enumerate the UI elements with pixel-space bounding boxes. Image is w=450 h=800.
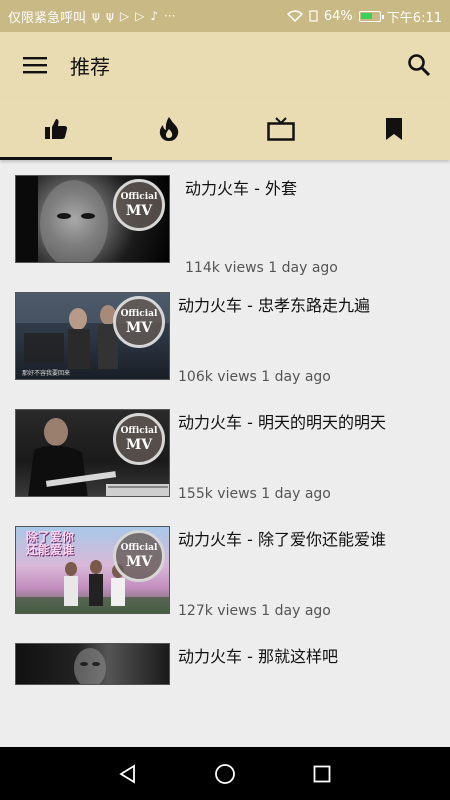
carrier-text: 仅限紧急呼叫: [8, 10, 87, 26]
battery-level: [360, 12, 372, 19]
play-icon: ▷: [135, 9, 145, 23]
status-bar: 仅限紧急呼叫 ψ ψ ▷ ▷ ♪ ··· 64% 下午6:11: [0, 0, 450, 32]
usb-icon: ψ: [92, 9, 100, 23]
usb-icon: ψ: [105, 9, 114, 23]
battery-percent: 64%: [323, 8, 353, 24]
wifi-icon: [286, 10, 303, 22]
official-mv-badge: Official MV: [113, 413, 165, 465]
nav-home-button[interactable]: [203, 752, 247, 796]
tab-recommended[interactable]: [0, 98, 113, 160]
nav-back-button[interactable]: [106, 752, 150, 796]
official-mv-badge: Official MV: [113, 179, 165, 231]
video-item[interactable]: 除了爱你 还能爱谁 Official MV 动力火车 - 除了爱你还能爱谁 12…: [0, 511, 450, 628]
search-icon: [408, 54, 431, 77]
video-title: 动力火车 - 除了爱你还能爱谁: [178, 530, 386, 549]
thumbnail-caption: 除了爱你 还能爱谁: [26, 531, 74, 557]
menu-button[interactable]: [0, 32, 70, 98]
video-item[interactable]: 那好不容我要回来 Official MV 动力火车 - 忠孝东路走九遍 106k…: [0, 277, 450, 394]
video-meta: 106k views 1 day ago: [178, 369, 331, 385]
bookmark-icon: [385, 118, 402, 140]
badge-text: MV: [125, 202, 153, 219]
bell-icon: ♪: [150, 9, 158, 23]
tab-trending[interactable]: [113, 98, 226, 160]
badge-text: MV: [125, 553, 153, 570]
tv-icon: [267, 117, 295, 141]
video-meta: 127k views 1 day ago: [178, 603, 331, 619]
system-nav-bar: [0, 747, 450, 800]
page-title: 推荐: [70, 54, 110, 79]
video-item[interactable]: Official MV 动力火车 - 外套 114k views 1 day a…: [0, 160, 450, 277]
video-thumbnail[interactable]: Official MV: [15, 175, 170, 263]
nav-recents-button[interactable]: [300, 752, 344, 796]
badge-text: MV: [125, 436, 153, 453]
video-thumbnail[interactable]: [15, 643, 170, 685]
thumbnail-caption: 那好不容我要回来: [22, 370, 71, 377]
badge-text: Official: [120, 308, 158, 319]
back-icon: [119, 763, 136, 784]
official-mv-badge: Official MV: [113, 530, 165, 582]
app-screen: 仅限紧急呼叫 ψ ψ ▷ ▷ ♪ ··· 64% 下午6:11 推荐 Offic…: [0, 0, 450, 800]
video-list: Official MV 动力火车 - 外套 114k views 1 day a…: [0, 160, 450, 747]
home-icon: [215, 763, 235, 784]
sim-icon: [309, 10, 318, 22]
thumbs-up-icon: [45, 119, 68, 139]
badge-text: MV: [125, 319, 153, 336]
video-thumbnail[interactable]: Official MV: [15, 409, 170, 497]
badge-text: Official: [120, 191, 158, 202]
video-title: 动力火车 - 明天的明天的明天: [178, 413, 386, 432]
official-mv-badge: Official MV: [113, 296, 165, 348]
video-item[interactable]: 动力火车 - 那就这样吧: [0, 628, 450, 745]
battery-icon: [358, 10, 384, 22]
search-button[interactable]: [402, 48, 436, 82]
video-title: 动力火车 - 忠孝东路走九遍: [178, 296, 370, 315]
hamburger-icon: [23, 57, 47, 74]
video-title: 动力火车 - 外套: [185, 179, 297, 198]
badge-text: Official: [120, 425, 158, 436]
video-meta: 114k views 1 day ago: [185, 260, 338, 276]
video-item[interactable]: Official MV 动力火车 - 明天的明天的明天 155k views 1…: [0, 394, 450, 511]
video-thumbnail[interactable]: 那好不容我要回来 Official MV: [15, 292, 170, 380]
video-title: 动力火车 - 那就这样吧: [178, 647, 338, 666]
video-meta: 155k views 1 day ago: [178, 486, 331, 502]
status-time: 下午6:11: [386, 10, 442, 26]
recents-icon: [313, 765, 331, 782]
fire-icon: [159, 117, 178, 141]
app-bar: 推荐: [0, 32, 450, 98]
more-icon: ···: [164, 9, 176, 23]
tab-bar: [0, 98, 450, 160]
badge-text: Official: [120, 542, 158, 553]
tab-channels[interactable]: [225, 98, 338, 160]
play-icon: ▷: [119, 9, 130, 23]
tab-saved[interactable]: [338, 98, 450, 160]
thumbnail-caption-line: 还能爱谁: [26, 543, 75, 557]
video-thumbnail[interactable]: 除了爱你 还能爱谁 Official MV: [15, 526, 170, 614]
thumbnail-image: [74, 648, 106, 684]
